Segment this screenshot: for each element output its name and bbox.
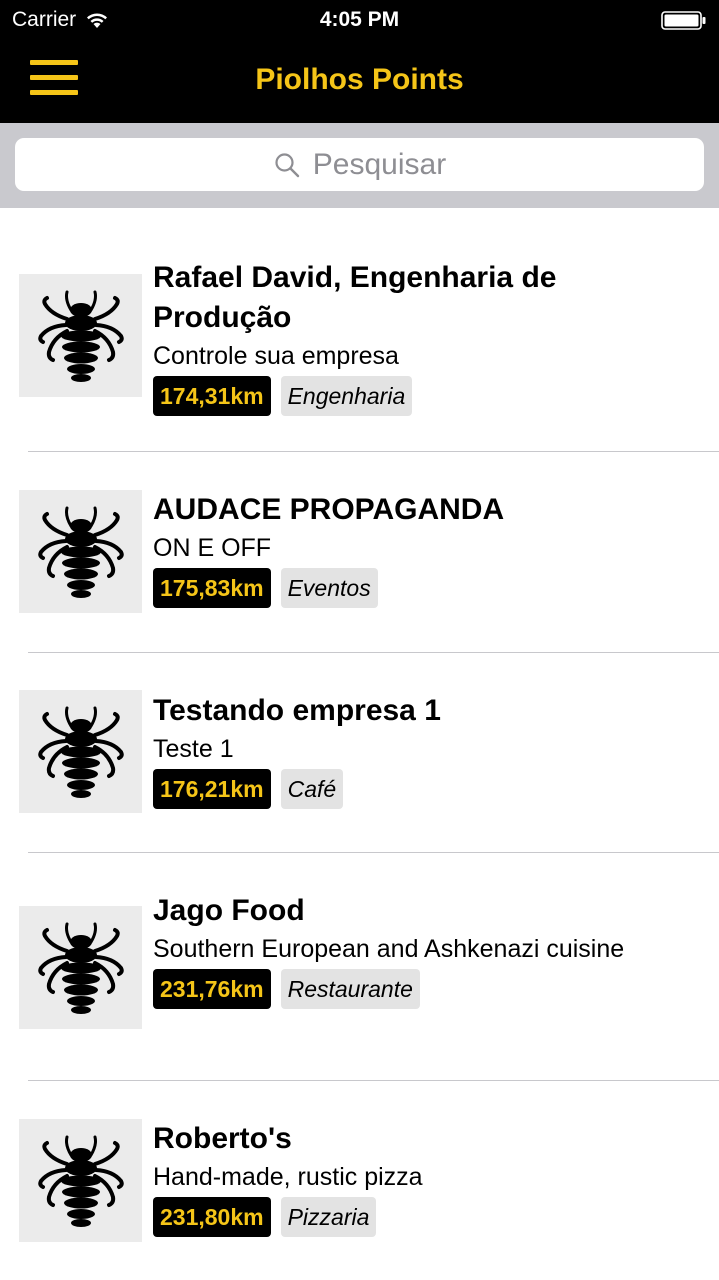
category-badge: Pizzaria: [280, 1197, 377, 1237]
search-input[interactable]: Pesquisar: [15, 138, 704, 191]
item-subtitle: Teste 1: [153, 735, 234, 763]
search-placeholder: Pesquisar: [312, 147, 447, 181]
item-title: Jago Food: [153, 894, 305, 927]
category-badge: Eventos: [280, 568, 378, 608]
louse-icon: [31, 502, 131, 602]
item-title: Roberto's: [153, 1122, 292, 1155]
distance-badge: 231,80km: [153, 1197, 271, 1237]
thumbnail: [19, 1119, 142, 1242]
distance-badge: 176,21km: [153, 769, 271, 809]
status-time: 4:05 PM: [319, 8, 400, 31]
louse-icon: [31, 918, 131, 1018]
thumbnail: [19, 490, 142, 613]
louse-icon: [31, 286, 131, 386]
item-subtitle: ON E OFF: [153, 534, 272, 562]
item-subtitle: Controle sua empresa: [153, 342, 399, 370]
item-subtitle: Southern European and Ashkenazi cuisine: [153, 935, 625, 963]
list-item[interactable]: Roberto's Hand-made, rustic pizza 231,80…: [0, 1081, 719, 1280]
louse-icon: [31, 1131, 131, 1231]
item-title: AUDACE PROPAGANDA: [153, 493, 505, 526]
item-subtitle: Hand-made, rustic pizza: [153, 1163, 423, 1191]
list-item[interactable]: AUDACE PROPAGANDA ON E OFF 175,83km Even…: [0, 452, 719, 652]
search-icon: [275, 152, 299, 177]
item-title: Testando empresa 1: [153, 694, 441, 727]
item-title: Rafael David, Engenharia de Produção: [153, 261, 557, 334]
category-badge: Engenharia: [280, 376, 413, 416]
distance-badge: 174,31km: [153, 376, 271, 416]
list-item[interactable]: Jago Food Southern European and Ashkenaz…: [0, 853, 719, 1080]
thumbnail: [19, 274, 142, 397]
navigation-bar: Piolhos Points: [0, 40, 719, 123]
louse-icon: [31, 702, 131, 802]
list-item[interactable]: Rafael David, Engenharia de Produção Con…: [0, 208, 719, 451]
status-bar: Carrier 4:05 PM: [0, 0, 719, 40]
search-bar-container: Pesquisar: [0, 123, 719, 208]
category-badge: Café: [280, 769, 344, 809]
distance-badge: 175,83km: [153, 568, 271, 608]
battery-full-icon: [661, 11, 706, 30]
category-badge: Restaurante: [280, 969, 420, 1009]
distance-badge: 231,76km: [153, 969, 271, 1009]
thumbnail: [19, 906, 142, 1029]
page-title: Piolhos Points: [255, 63, 464, 96]
thumbnail: [19, 690, 142, 813]
list-item[interactable]: Testando empresa 1 Teste 1 176,21km Café: [0, 653, 719, 852]
